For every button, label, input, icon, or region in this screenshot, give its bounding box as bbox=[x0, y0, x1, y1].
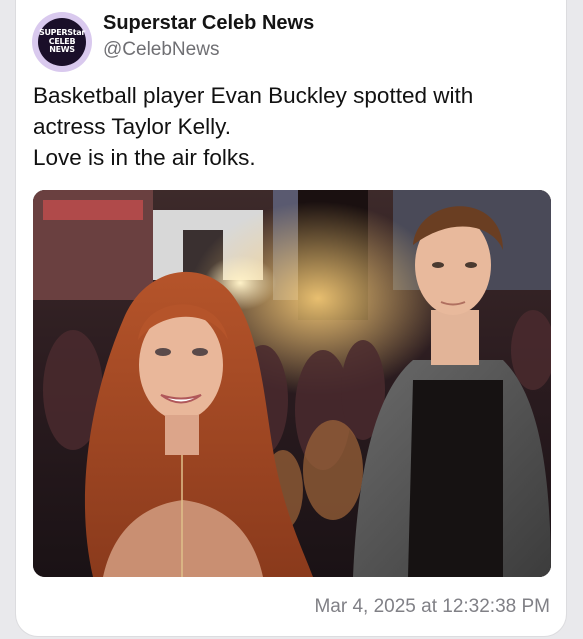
post-timestamp[interactable]: Mar 4, 2025 at 12:32:38 PM bbox=[314, 596, 550, 618]
avatar-logo: SUPERStar CELEB NEWS bbox=[38, 18, 86, 66]
account-handle[interactable]: @CelebNews bbox=[103, 39, 219, 61]
avatar[interactable]: SUPERStar CELEB NEWS bbox=[32, 12, 92, 72]
post-text-line-2: actress Taylor Kelly. bbox=[33, 114, 231, 139]
display-name[interactable]: Superstar Celeb News bbox=[103, 12, 314, 35]
post-text: Basketball player Evan Buckley spotted w… bbox=[33, 80, 553, 173]
avatar-logo-line-3: NEWS bbox=[49, 45, 75, 55]
post-text-line-3: Love is in the air folks. bbox=[33, 145, 256, 170]
post-card[interactable]: SUPERStar CELEB NEWS Superstar Celeb New… bbox=[16, 0, 566, 636]
photo-illustration bbox=[33, 190, 551, 577]
post-photo[interactable] bbox=[33, 190, 551, 577]
post-text-line-1: Basketball player Evan Buckley spotted w… bbox=[33, 83, 474, 108]
